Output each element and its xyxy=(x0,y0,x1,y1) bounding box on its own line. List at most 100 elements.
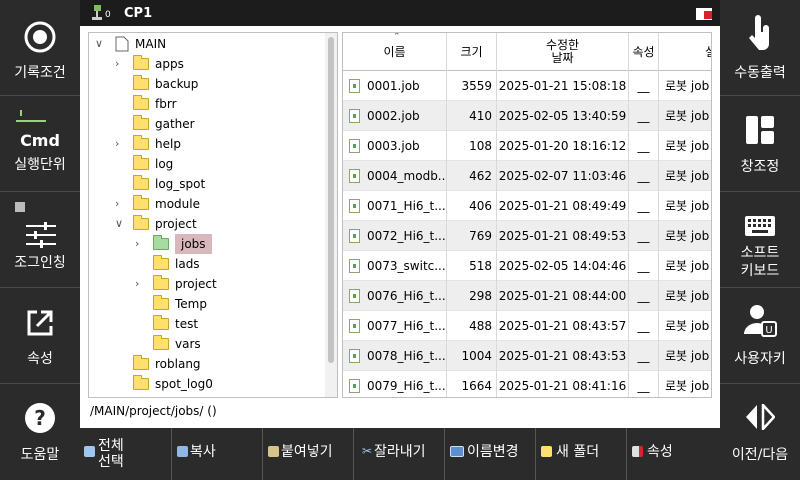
record-condition-label: 기록조건 xyxy=(14,65,66,81)
sort-ascending-icon: ⌃ xyxy=(393,32,401,42)
prev-next-button[interactable]: 이전/다음 xyxy=(720,384,800,480)
record-condition-button[interactable]: 기록조건 xyxy=(0,0,80,96)
cell-date: 2025-02-07 11:03:46 xyxy=(497,161,629,191)
cell-name: 0004_modb... xyxy=(343,161,447,191)
record-icon xyxy=(24,21,56,53)
help-button[interactable]: ? 도움말 xyxy=(0,384,80,480)
cell-date: 2025-01-21 08:49:53 xyxy=(497,221,629,251)
cell-desc: 로봇 job 프로그램 xyxy=(665,289,711,303)
column-header-name[interactable]: ⌃ 이름 xyxy=(343,33,447,71)
job-file-icon xyxy=(349,229,360,243)
cut-button[interactable]: ✂ 잘라내기 xyxy=(353,428,444,480)
tree-item-lads[interactable]: lads xyxy=(89,254,325,274)
table-row[interactable]: 0077_Hi6_t... 488 2025-01-21 08:43:57 __ 로봇 … xyxy=(343,311,711,341)
cell-name: 0002.job xyxy=(343,101,447,131)
new-folder-button[interactable]: 새 폴더 xyxy=(535,428,626,480)
tree-item-temp[interactable]: Temp xyxy=(89,294,325,314)
chevron-right-icon[interactable]: › xyxy=(135,234,147,254)
jog-inching-button[interactable]: 조그인칭 xyxy=(0,192,80,288)
table-row[interactable]: 0073_switc... 518 2025-02-05 14:04:46 __ 로봇 … xyxy=(343,251,711,281)
tree-item-test[interactable]: test xyxy=(89,314,325,334)
tree-item-vars[interactable]: vars xyxy=(89,334,325,354)
tree-item-project-sub[interactable]: › project xyxy=(89,274,325,294)
tree-scrollbar-thumb[interactable] xyxy=(328,37,334,363)
job-file-icon xyxy=(349,169,360,183)
select-all-button[interactable]: 전체 선택 xyxy=(80,428,171,480)
folder-icon xyxy=(133,195,149,210)
rename-button[interactable]: 이름변경 xyxy=(444,428,535,480)
keyboard-icon xyxy=(745,216,775,236)
cell-name: 0079_Hi6_t... xyxy=(343,371,447,397)
tree-item-jobs[interactable]: › jobs xyxy=(89,234,325,254)
user-key-button[interactable]: U 사용자키 xyxy=(720,288,800,384)
cell-name: 0072_Hi6_t... xyxy=(343,221,447,251)
table-row[interactable]: 0071_Hi6_t... 406 2025-01-21 08:49:49 __ 로봇 … xyxy=(343,191,711,221)
cell-desc: 로봇 job 프로그램 xyxy=(665,79,711,93)
folder-icon xyxy=(133,95,149,110)
column-header-desc[interactable]: 설명 xyxy=(659,33,711,71)
chevron-down-icon[interactable]: ∨ xyxy=(115,214,127,234)
folder-icon xyxy=(153,335,169,350)
table-row[interactable]: 0004_modb... 462 2025-02-07 11:03:46 __ 로봇 j… xyxy=(343,161,711,191)
chevron-down-icon[interactable]: ∨ xyxy=(95,34,107,54)
folder-tree[interactable]: ∨ MAIN › apps backup fbrr gather › help xyxy=(88,32,338,398)
chevron-right-icon[interactable]: › xyxy=(135,274,147,294)
table-row[interactable]: 0079_Hi6_t... 1664 2025-01-21 08:41:16 __ 로봇… xyxy=(343,371,711,397)
tree-item-module[interactable]: › module xyxy=(89,194,325,214)
tree-item-log[interactable]: log xyxy=(89,154,325,174)
manual-output-label: 수동출력 xyxy=(734,65,786,81)
chevron-right-icon[interactable]: › xyxy=(115,54,127,74)
cell-size: 298 xyxy=(447,281,497,311)
cell-size: 769 xyxy=(447,221,497,251)
tree-item-roblang[interactable]: roblang xyxy=(89,354,325,374)
window-arrange-button[interactable]: 창조정 xyxy=(720,96,800,192)
tree-scrollbar[interactable] xyxy=(325,33,337,397)
touch-icon xyxy=(749,15,769,50)
current-path: /MAIN/project/jobs/ () xyxy=(90,404,217,418)
sliders-icon xyxy=(26,222,56,248)
properties-bottom-button[interactable]: 속성 xyxy=(626,428,720,480)
folder-icon xyxy=(153,275,169,290)
svg-text:?: ? xyxy=(34,406,46,430)
job-file-icon xyxy=(349,349,360,363)
chevron-right-icon[interactable]: › xyxy=(115,194,127,214)
tree-item-spot-log0[interactable]: spot_log0 xyxy=(89,374,325,394)
status-bar: 0 CP1 xyxy=(80,0,720,26)
scissors-icon: ✂ xyxy=(362,444,373,458)
new-folder-icon xyxy=(541,446,552,457)
execution-unit-button[interactable]: Cmd 실행단위 xyxy=(0,96,80,192)
tree-item-main[interactable]: ∨ MAIN xyxy=(89,34,325,54)
copy-button[interactable]: 복사 xyxy=(171,428,262,480)
soft-keyboard-label-2: 키보드 xyxy=(740,263,780,279)
tree-item-gather[interactable]: gather xyxy=(89,114,325,134)
table-row[interactable]: 0072_Hi6_t... 769 2025-01-21 08:49:53 __ 로봇 … xyxy=(343,221,711,251)
folder-icon xyxy=(133,155,149,170)
column-header-attr[interactable]: 속성 xyxy=(629,33,659,71)
file-list[interactable]: ⌃ 이름 크기 수정한 날짜 속성 설명 0001.job35592025-01… xyxy=(342,32,712,398)
table-row[interactable]: 0002.job4102025-02-05 13:40:59__ 로봇 job 프… xyxy=(343,101,711,131)
tree-item-log-spot[interactable]: log_spot xyxy=(89,174,325,194)
job-file-icon xyxy=(349,319,360,333)
job-file-icon xyxy=(349,139,360,153)
column-header-size[interactable]: 크기 xyxy=(447,33,497,71)
manual-output-button[interactable]: 수동출력 xyxy=(720,0,800,96)
table-row[interactable]: 0076_Hi6_t... 298 2025-01-21 08:44:00 __ 로봇 … xyxy=(343,281,711,311)
help-icon: ? xyxy=(25,403,55,433)
tree-item-apps[interactable]: › apps xyxy=(89,54,325,74)
chevron-right-icon[interactable]: › xyxy=(115,134,127,154)
folder-icon xyxy=(133,375,149,390)
soft-keyboard-button[interactable]: 소프트 키보드 xyxy=(720,192,800,288)
cell-date: 2025-01-20 18:16:12 xyxy=(497,131,629,161)
column-header-modified[interactable]: 수정한 날짜 xyxy=(497,33,629,71)
left-side-panel: 기록조건 Cmd 실행단위 조그인칭 속성 ? 도움말 xyxy=(0,0,80,480)
tree-item-help[interactable]: › help xyxy=(89,134,325,154)
table-row[interactable]: 0001.job 3559 2025-01-21 15:08:18 __ 로봇 job … xyxy=(343,71,711,101)
table-row[interactable]: 0078_Hi6_t... 1004 2025-01-21 08:43:53 __ 로봇… xyxy=(343,341,711,371)
tree-item-backup[interactable]: backup xyxy=(89,74,325,94)
paste-button[interactable]: 붙여넣기 xyxy=(262,428,353,480)
properties-side-button[interactable]: 속성 xyxy=(0,288,80,384)
tree-item-project[interactable]: ∨ project xyxy=(89,214,325,234)
tree-item-fbrr[interactable]: fbrr xyxy=(89,94,325,114)
user-key-label: 사용자키 xyxy=(734,351,786,367)
table-row[interactable]: 0003.job1082025-01-20 18:16:12__ 로봇 job 프… xyxy=(343,131,711,161)
